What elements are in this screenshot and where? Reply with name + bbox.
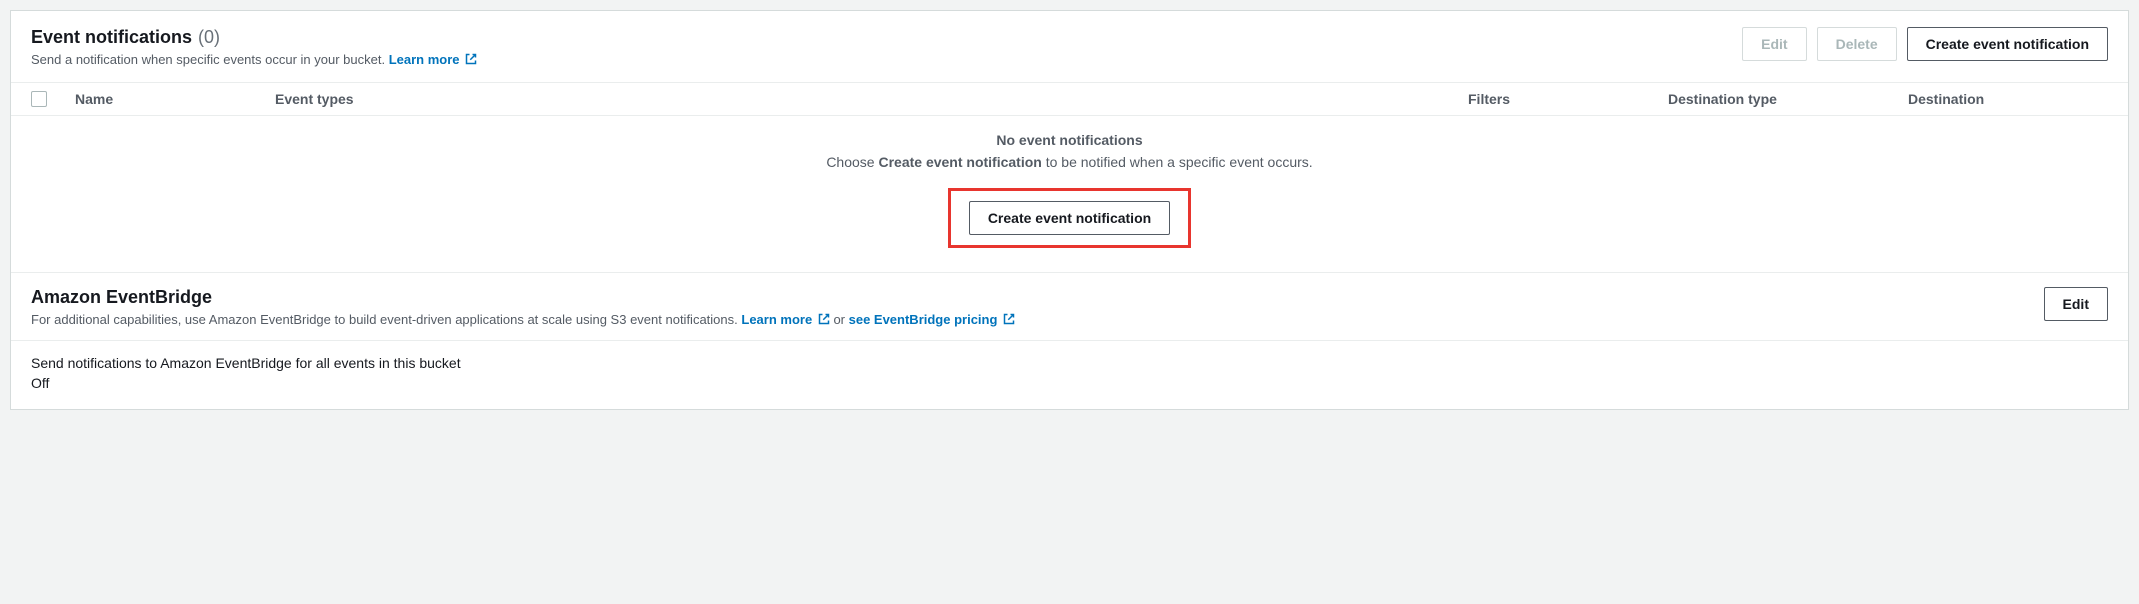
- eventbridge-description-text: For additional capabilities, use Amazon …: [31, 312, 738, 327]
- event-notifications-panel: Event notifications (0) Send a notificat…: [10, 10, 2129, 410]
- eventbridge-section: Amazon EventBridge For additional capabi…: [11, 272, 2128, 409]
- eventbridge-learn-more-link[interactable]: Learn more: [741, 312, 833, 327]
- empty-state-title: No event notifications: [31, 132, 2108, 148]
- external-link-icon: [1003, 313, 1015, 328]
- event-notifications-description-text: Send a notification when specific events…: [31, 52, 385, 67]
- eventbridge-body: Send notifications to Amazon EventBridge…: [11, 341, 2128, 409]
- empty-desc-suffix: to be notified when a specific event occ…: [1042, 154, 1313, 170]
- eventbridge-setting-value: Off: [31, 375, 2108, 391]
- event-notifications-description: Send a notification when specific events…: [31, 52, 1742, 68]
- select-all-checkbox[interactable]: [31, 91, 47, 107]
- empty-state-description: Choose Create event notification to be n…: [31, 154, 2108, 170]
- event-notifications-actions: Edit Delete Create event notification: [1742, 27, 2108, 61]
- eventbridge-pricing-link[interactable]: see EventBridge pricing: [849, 312, 1015, 327]
- empty-desc-prefix: Choose: [826, 154, 878, 170]
- eventbridge-title-group: Amazon EventBridge For additional capabi…: [31, 287, 2044, 328]
- eventbridge-learn-more-label: Learn more: [741, 312, 812, 327]
- create-event-notification-button-center[interactable]: Create event notification: [969, 201, 1170, 235]
- edit-button[interactable]: Edit: [1742, 27, 1806, 61]
- external-link-icon: [818, 313, 830, 328]
- eventbridge-header: Amazon EventBridge For additional capabi…: [11, 273, 2128, 340]
- delete-button[interactable]: Delete: [1817, 27, 1897, 61]
- event-notifications-count: (0): [198, 27, 220, 48]
- eventbridge-description: For additional capabilities, use Amazon …: [31, 312, 2044, 328]
- eventbridge-setting-label: Send notifications to Amazon EventBridge…: [31, 355, 2108, 371]
- column-event-types: Event types: [275, 91, 1468, 107]
- event-notifications-title-text: Event notifications: [31, 27, 192, 48]
- eventbridge-title: Amazon EventBridge: [31, 287, 2044, 308]
- event-notifications-header: Event notifications (0) Send a notificat…: [11, 11, 2128, 83]
- column-name: Name: [75, 91, 275, 107]
- create-event-notification-button[interactable]: Create event notification: [1907, 27, 2108, 61]
- empty-desc-bold: Create event notification: [878, 154, 1041, 170]
- column-filters: Filters: [1468, 91, 1668, 107]
- column-destination: Destination: [1908, 91, 2108, 107]
- learn-more-label: Learn more: [389, 52, 460, 67]
- eventbridge-title-text: Amazon EventBridge: [31, 287, 212, 308]
- column-destination-type: Destination type: [1668, 91, 1908, 107]
- event-notifications-table-header: Name Event types Filters Destination typ…: [11, 83, 2128, 116]
- external-link-icon: [465, 53, 477, 68]
- eventbridge-actions: Edit: [2044, 287, 2108, 321]
- column-checkbox: [31, 91, 75, 107]
- highlighted-create-button-box: Create event notification: [948, 188, 1191, 248]
- event-notifications-title-group: Event notifications (0) Send a notificat…: [31, 27, 1742, 68]
- eventbridge-or-text: or: [833, 312, 848, 327]
- eventbridge-pricing-label: see EventBridge pricing: [849, 312, 998, 327]
- empty-state: No event notifications Choose Create eve…: [11, 116, 2128, 272]
- eventbridge-edit-button[interactable]: Edit: [2044, 287, 2108, 321]
- event-notifications-title: Event notifications (0): [31, 27, 1742, 48]
- event-notifications-learn-more-link[interactable]: Learn more: [389, 52, 477, 67]
